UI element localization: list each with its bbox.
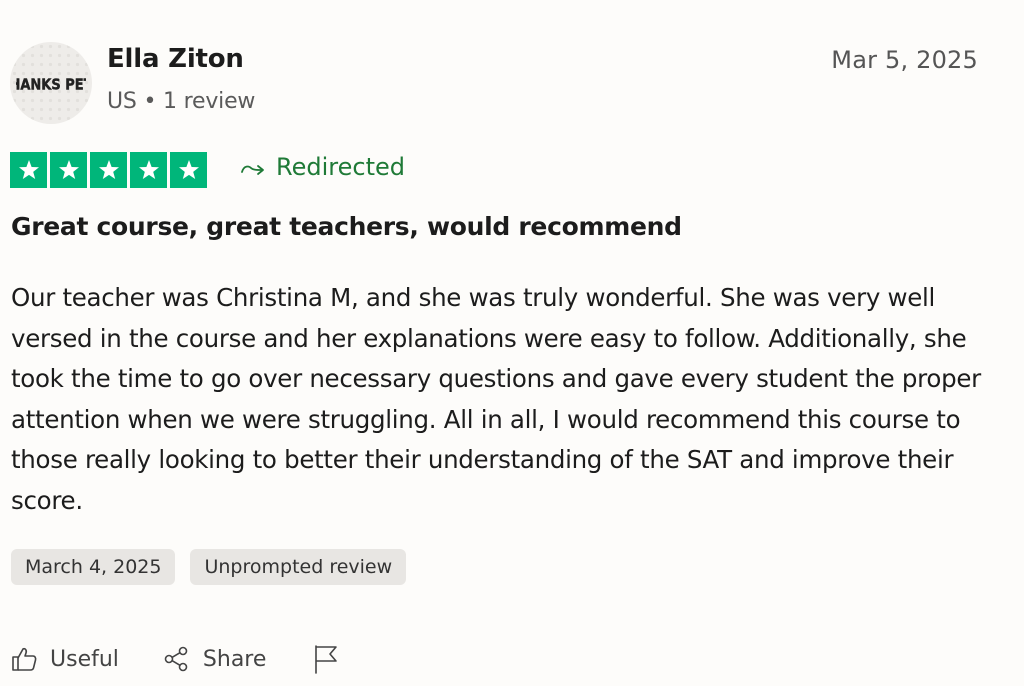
svg-text:THANKS PETE: THANKS PETE <box>16 77 86 94</box>
star-1 <box>10 152 47 188</box>
thanks-pete-logo: THANKS PETE <box>16 77 86 95</box>
star-rating <box>10 152 207 188</box>
flag-icon <box>315 645 338 674</box>
star-icon <box>58 160 79 179</box>
star-icon <box>178 160 199 179</box>
useful-button[interactable]: Useful <box>10 645 119 673</box>
share-label: Share <box>202 646 267 672</box>
star-5 <box>170 152 207 188</box>
share-button[interactable]: Share <box>163 645 267 673</box>
review-date: Mar 5, 2025 <box>831 46 978 74</box>
unprompted-review-tag[interactable]: Unprompted review <box>190 549 407 585</box>
redirected-label: Redirected <box>276 153 405 181</box>
review-body: Our teacher was Christina M, and she was… <box>11 283 981 515</box>
star-icon <box>18 160 39 179</box>
reviewer-review-count: 1 review <box>163 89 256 114</box>
star-icon <box>98 160 119 179</box>
experience-date-tag: March 4, 2025 <box>11 549 176 585</box>
redirected-badge: Redirected <box>240 153 405 181</box>
thumbs-up-icon <box>12 647 37 671</box>
star-3 <box>90 152 127 188</box>
reviewer-meta: US • 1 review <box>107 89 255 114</box>
reviewer-name[interactable]: Ella Ziton <box>107 44 244 74</box>
meta-separator: • <box>143 89 164 114</box>
review-title[interactable]: Great course, great teachers, would reco… <box>11 212 682 241</box>
reviewer-country: US <box>107 89 137 114</box>
star-icon <box>138 160 159 179</box>
share-icon <box>164 646 188 672</box>
useful-label: Useful <box>50 646 119 672</box>
review-actions: Useful Share <box>10 643 340 675</box>
redirect-arrow-icon <box>241 165 264 175</box>
report-button[interactable] <box>312 643 340 675</box>
star-2 <box>50 152 87 188</box>
star-4 <box>130 152 167 188</box>
avatar[interactable]: THANKS PETE <box>10 42 92 124</box>
review-tags: March 4, 2025 Unprompted review <box>11 549 407 585</box>
